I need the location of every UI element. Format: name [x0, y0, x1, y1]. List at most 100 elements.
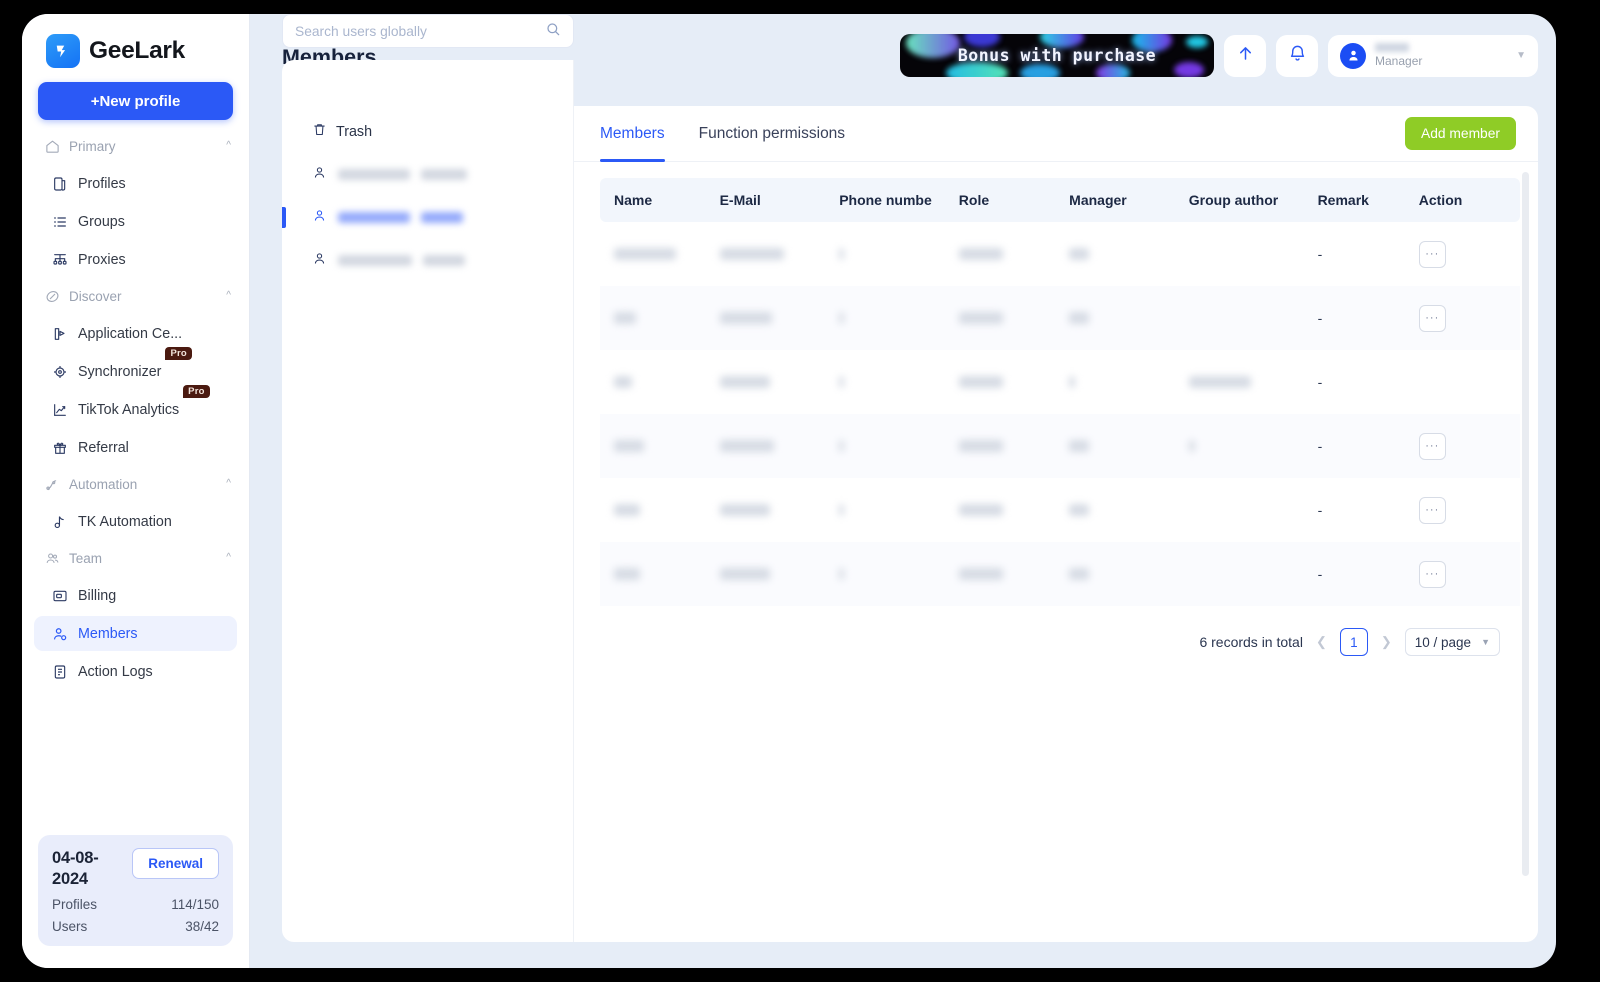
- page-size-select[interactable]: 10 / page ▼: [1404, 628, 1500, 656]
- sidebar-item-action-logs[interactable]: Action Logs: [34, 654, 237, 689]
- sidebar-group-team[interactable]: Team ^: [22, 542, 249, 575]
- sidebar-group-label: Discover: [69, 289, 122, 304]
- search-box[interactable]: [282, 14, 574, 48]
- sidebar-item-tiktok-analytics[interactable]: TikTok Analytics Pro: [34, 385, 237, 427]
- sidebar-item-profiles[interactable]: Profiles: [34, 166, 237, 201]
- column-header-role[interactable]: Role: [958, 178, 1070, 222]
- row-actions-button[interactable]: ···: [1418, 496, 1446, 524]
- list-item[interactable]: [282, 239, 573, 282]
- user-outline-icon: [312, 208, 327, 228]
- user-outline-icon: [312, 165, 327, 185]
- table-row[interactable]: -: [600, 350, 1520, 414]
- plan-quota-value: 38/42: [185, 919, 219, 934]
- cell-action: ···: [1418, 414, 1520, 478]
- cell-name: [600, 222, 720, 286]
- list-item-name: [338, 212, 410, 223]
- tab-function-permissions[interactable]: Function permissions: [699, 106, 845, 162]
- cell-role: [958, 414, 1069, 478]
- sidebar-group-discover[interactable]: Discover ^: [22, 280, 249, 313]
- upload-button[interactable]: [1224, 34, 1266, 77]
- compass-icon: [44, 289, 61, 304]
- row-actions-button[interactable]: ···: [1418, 560, 1446, 588]
- main-area: Members Bonus with purchase Manager ▼ Se…: [250, 14, 1556, 968]
- tab-members[interactable]: Members: [600, 106, 665, 162]
- column-header-phone-number[interactable]: Phone numbe: [839, 178, 959, 222]
- row-actions-button[interactable]: ···: [1418, 240, 1446, 268]
- cell-group-author: [1189, 222, 1318, 286]
- content-row: Trash: [250, 14, 1556, 968]
- column-header-email[interactable]: E-Mail: [719, 178, 840, 222]
- chevron-right-icon[interactable]: ❯: [1378, 634, 1395, 650]
- plan-quota-label: Profiles: [52, 897, 98, 912]
- cell-name: [600, 542, 720, 606]
- table-row[interactable]: - ···: [600, 478, 1520, 542]
- sidebar-item-proxies[interactable]: Proxies: [34, 242, 237, 277]
- cell-remark: -: [1317, 310, 1323, 326]
- search-wrap: [282, 14, 574, 48]
- chevron-down-icon: ▼: [1516, 50, 1526, 61]
- search-input[interactable]: [295, 23, 545, 39]
- sidebar-item-label: TikTok Analytics: [78, 401, 180, 418]
- analytics-chart-icon: [50, 402, 69, 418]
- column-header-action[interactable]: Action: [1418, 178, 1520, 222]
- tabs-bar: Members Function permissions Add member: [574, 106, 1538, 162]
- row-actions-button[interactable]: ···: [1418, 432, 1446, 460]
- sidebar-item-groups[interactable]: Groups: [34, 204, 237, 239]
- cell-manager: [1069, 222, 1189, 286]
- list-item[interactable]: [282, 153, 573, 196]
- chevron-down-icon: ▼: [1481, 637, 1490, 647]
- user-profile-menu[interactable]: Manager ▼: [1328, 34, 1538, 77]
- sidebar-item-tk-automation[interactable]: TK Automation: [34, 504, 237, 539]
- sidebar-item-application-center[interactable]: Application Ce...: [34, 316, 237, 351]
- cell-remark: -: [1317, 374, 1323, 390]
- list-item-subname: [421, 169, 467, 180]
- add-member-button[interactable]: Add member: [1405, 117, 1516, 150]
- list-item[interactable]: [282, 196, 573, 239]
- gift-icon: [50, 440, 69, 456]
- sidebar-group-automation[interactable]: Automation ^: [22, 468, 249, 501]
- sidebar-item-synchronizer[interactable]: Synchronizer Pro: [34, 347, 237, 389]
- column-header-manager[interactable]: Manager: [1069, 178, 1189, 222]
- trash-item[interactable]: Trash: [282, 106, 573, 153]
- sidebar-item-members[interactable]: Members: [34, 616, 237, 651]
- cell-manager: [1069, 542, 1189, 606]
- cell-name: [600, 350, 720, 414]
- members-table: Name E-Mail Phone numbe Role Manager Gro…: [600, 178, 1520, 606]
- renewal-button[interactable]: Renewal: [132, 847, 219, 879]
- search-icon[interactable]: [545, 21, 561, 42]
- column-header-name[interactable]: Name: [600, 178, 720, 222]
- new-profile-button[interactable]: +New profile: [38, 82, 233, 120]
- notifications-button[interactable]: [1276, 34, 1318, 77]
- home-icon: [44, 139, 61, 154]
- promo-banner[interactable]: Bonus with purchase: [900, 34, 1214, 77]
- chevron-left-icon[interactable]: ❮: [1313, 634, 1330, 650]
- row-actions-button[interactable]: ···: [1418, 304, 1446, 332]
- column-header-group-author[interactable]: Group author: [1188, 178, 1318, 222]
- sidebar-item-billing[interactable]: Billing: [34, 578, 237, 613]
- team-people-icon: [44, 551, 61, 566]
- sidebar-item-referral[interactable]: Referral: [34, 430, 237, 465]
- cell-action: ···: [1418, 478, 1520, 542]
- table-row[interactable]: - ···: [600, 222, 1520, 286]
- cell-manager: [1069, 478, 1189, 542]
- table-row[interactable]: - ···: [600, 542, 1520, 606]
- table-row[interactable]: - ···: [600, 286, 1520, 350]
- geelark-bird-logo: [46, 34, 80, 68]
- cell-phone: [839, 222, 959, 286]
- table-scrollbar[interactable]: [1522, 172, 1529, 876]
- cell-action: ···: [1418, 222, 1520, 286]
- table-row[interactable]: - ···: [600, 414, 1520, 478]
- proxies-network-icon: [50, 252, 69, 268]
- cell-email: [719, 478, 840, 542]
- column-header-remark[interactable]: Remark: [1317, 178, 1419, 222]
- sidebar: GeeLark +New profile Primary ^ Profiles: [22, 14, 250, 968]
- cell-phone: [839, 478, 959, 542]
- automation-icon: [44, 477, 61, 492]
- page-number-1[interactable]: 1: [1339, 628, 1368, 656]
- plan-expiry-date: 04-08-2024: [52, 848, 99, 888]
- sidebar-group-primary[interactable]: Primary ^: [22, 130, 249, 163]
- list-item-subname: [423, 255, 465, 266]
- profiles-icon: [50, 176, 69, 192]
- cell-group-author: [1189, 286, 1318, 350]
- brand-name: GeeLark: [89, 37, 185, 64]
